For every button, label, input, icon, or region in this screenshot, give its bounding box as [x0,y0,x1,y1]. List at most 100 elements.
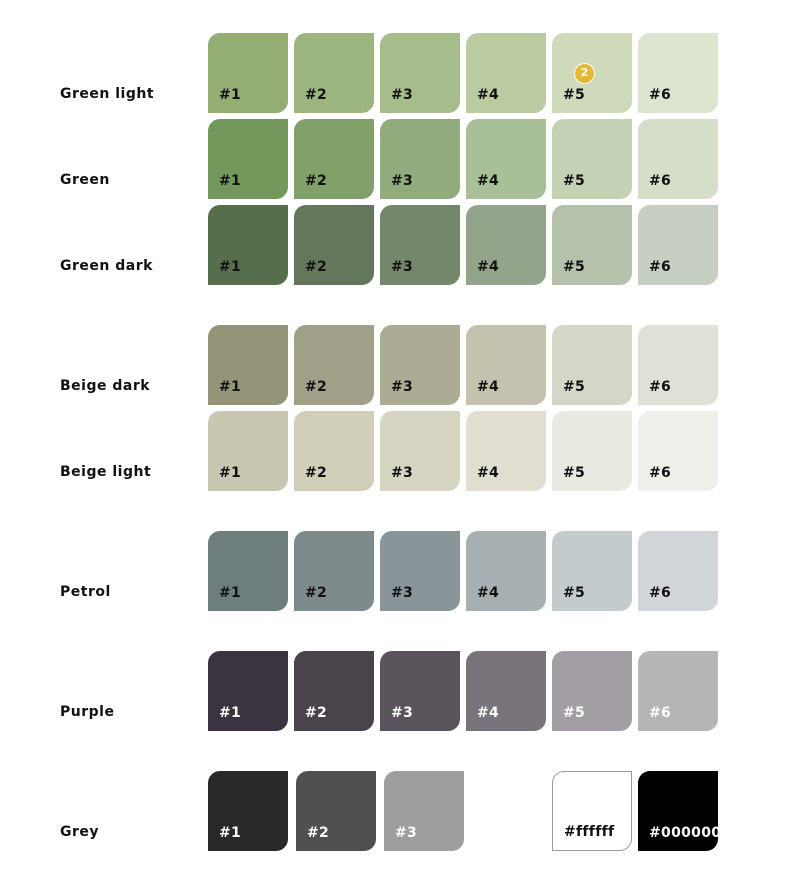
swatch-label: #1 [219,585,242,601]
swatch-purple-5[interactable]: #5 [552,651,632,731]
swatch-grey-2[interactable]: #2 [296,771,376,851]
swatch-purple-3[interactable]: #3 [380,651,460,731]
swatch-beige-dark-4[interactable]: #4 [466,325,546,405]
swatch-label: #3 [391,705,414,721]
row-label-purple: Purple [60,704,115,720]
row-label-petrol: Petrol [60,584,111,600]
row-label-green-light: Green light [60,86,155,102]
swatch-green-6[interactable]: #6 [638,119,718,199]
swatch-petrol-3[interactable]: #3 [380,531,460,611]
swatch-label: #3 [391,465,414,481]
swatch-beige-dark-3[interactable]: #3 [380,325,460,405]
swatch-label: #4 [477,705,500,721]
swatch-label: #2 [305,87,328,103]
swatch-green-light-6[interactable]: #6 [638,33,718,113]
swatch-label: #2 [305,705,328,721]
swatch-green-dark-2[interactable]: #2 [294,205,374,285]
swatch-label: #3 [391,585,414,601]
swatch-label: #5 [563,259,586,275]
swatch-label: #4 [477,379,500,395]
swatch-label: #3 [391,173,414,189]
swatch-petrol-5[interactable]: #5 [552,531,632,611]
swatch-label: #6 [649,379,672,395]
swatch-label: #6 [649,173,672,189]
swatch-label: #5 [563,87,586,103]
swatch-label: #6 [649,585,672,601]
row-label-beige-dark: Beige dark [60,378,151,394]
row-label-green-dark: Green dark [60,258,153,274]
swatch-green-dark-6[interactable]: #6 [638,205,718,285]
swatch-label: #2 [305,259,328,275]
swatch-beige-light-6[interactable]: #6 [638,411,718,491]
color-palette: Green light Green Green dark Beige dark … [0,0,797,875]
swatch-beige-dark-6[interactable]: #6 [638,325,718,405]
swatch-label: #1 [219,379,242,395]
swatch-label: #1 [219,465,242,481]
swatch-beige-light-4[interactable]: #4 [466,411,546,491]
swatch-purple-2[interactable]: #2 [294,651,374,731]
swatch-green-2[interactable]: #2 [294,119,374,199]
swatch-purple-1[interactable]: #1 [208,651,288,731]
swatch-label: #1 [219,259,242,275]
swatch-green-4[interactable]: #4 [466,119,546,199]
swatch-green-light-4[interactable]: #4 [466,33,546,113]
swatch-label: #3 [395,825,418,841]
swatch-label: #1 [219,173,242,189]
swatch-green-1[interactable]: #1 [208,119,288,199]
swatch-white[interactable]: #ffffff [552,771,632,851]
swatch-label: #3 [391,87,414,103]
swatch-green-dark-3[interactable]: #3 [380,205,460,285]
row-label-grey: Grey [60,824,100,840]
swatch-label: #3 [391,379,414,395]
swatch-black[interactable]: #000000 [638,771,722,851]
swatch-label: #2 [305,173,328,189]
swatch-green-5[interactable]: #5 [552,119,632,199]
row-label-green: Green [60,172,110,188]
swatch-label: #5 [563,379,586,395]
swatch-beige-light-5[interactable]: #5 [552,411,632,491]
swatch-label: #2 [305,585,328,601]
swatch-label: #2 [307,825,330,841]
swatch-label: #6 [649,87,672,103]
swatch-grey-1[interactable]: #1 [208,771,288,851]
swatch-label: #3 [391,259,414,275]
swatch-beige-dark-5[interactable]: #5 [552,325,632,405]
swatch-label: #4 [477,87,500,103]
swatch-beige-dark-1[interactable]: #1 [208,325,288,405]
swatch-label: #5 [563,465,586,481]
swatch-green-light-3[interactable]: #3 [380,33,460,113]
swatch-green-dark-5[interactable]: #5 [552,205,632,285]
swatch-label: #4 [477,173,500,189]
swatch-label: #4 [477,465,500,481]
swatch-label: #1 [219,825,242,841]
swatch-purple-4[interactable]: #4 [466,651,546,731]
swatch-label: #6 [649,259,672,275]
swatch-beige-light-2[interactable]: #2 [294,411,374,491]
swatch-beige-dark-2[interactable]: #2 [294,325,374,405]
swatch-label: #6 [649,705,672,721]
swatch-label: #1 [219,705,242,721]
swatch-petrol-6[interactable]: #6 [638,531,718,611]
swatch-label: #4 [477,585,500,601]
swatch-beige-light-1[interactable]: #1 [208,411,288,491]
swatch-petrol-2[interactable]: #2 [294,531,374,611]
swatch-petrol-4[interactable]: #4 [466,531,546,611]
swatch-label: #2 [305,379,328,395]
swatch-green-dark-4[interactable]: #4 [466,205,546,285]
row-label-beige-light: Beige light [60,464,152,480]
swatch-green-light-2[interactable]: #2 [294,33,374,113]
swatch-label: #5 [563,173,586,189]
notification-badge[interactable]: 2 [574,63,595,84]
swatch-label: #ffffff [564,824,615,840]
swatch-green-3[interactable]: #3 [380,119,460,199]
swatch-grey-3[interactable]: #3 [384,771,464,851]
swatch-petrol-1[interactable]: #1 [208,531,288,611]
swatch-purple-6[interactable]: #6 [638,651,718,731]
swatch-green-dark-1[interactable]: #1 [208,205,288,285]
swatch-label: #5 [563,705,586,721]
swatch-beige-light-3[interactable]: #3 [380,411,460,491]
swatch-green-light-1[interactable]: #1 [208,33,288,113]
swatch-label: #4 [477,259,500,275]
swatch-label: #6 [649,465,672,481]
swatch-label: #000000 [649,825,722,841]
